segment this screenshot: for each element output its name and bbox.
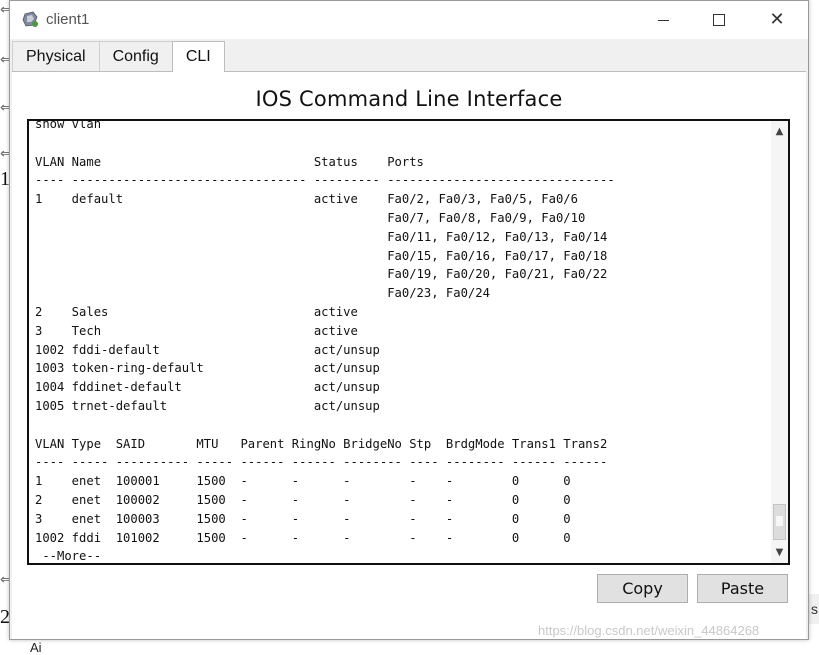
tab-physical[interactable]: Physical	[12, 41, 100, 71]
terminal-line: Fa0/19, Fa0/20, Fa0/21, Fa0/22	[35, 267, 608, 282]
scroll-down-icon[interactable]: ▼	[771, 544, 788, 561]
terminal-line: ---- ----- ---------- ----- ------ -----…	[35, 455, 608, 470]
terminal-line: 1002 fddi 101002 1500 - - - - - 0 0	[35, 530, 571, 545]
tab-bar: Physical Config CLI	[12, 41, 225, 72]
terminal-line: ---- -------------------------------- --…	[35, 173, 615, 188]
terminal-line: show vlan	[35, 119, 102, 131]
terminal-scrollbar[interactable]: ▲ ▼	[771, 121, 788, 563]
terminal-output: show vlan VLAN Name Status Ports ---- ----…	[35, 119, 615, 564]
close-button[interactable]: ✕	[754, 1, 800, 39]
terminal-line: VLAN Name Status Ports	[35, 154, 424, 169]
minimize-button[interactable]	[640, 1, 686, 39]
terminal-line: 2 Sales active	[35, 304, 358, 319]
terminal-line: 1004 fddinet-default act/unsup	[35, 380, 380, 395]
maximize-icon	[713, 14, 725, 26]
minimize-icon	[657, 19, 669, 21]
terminal-line: 1 enet 100001 1500 - - - - - 0 0	[35, 474, 571, 489]
scrollbar-thumb[interactable]	[773, 504, 786, 540]
watermark-text: https://blog.csdn.net/weixin_44864268	[538, 623, 760, 638]
cli-panel: IOS Command Line Interface show vlan VLAN…	[12, 71, 806, 639]
terminal-line: 1002 fddi-default act/unsup	[35, 342, 380, 357]
terminal-line: VLAN Type SAID MTU Parent RingNo BridgeN…	[35, 436, 608, 451]
terminal-more-prompt: --More--	[35, 549, 102, 564]
tab-config[interactable]: Config	[98, 41, 173, 71]
terminal-line: 3 Tech active	[35, 323, 358, 338]
terminal-line: Fa0/15, Fa0/16, Fa0/17, Fa0/18	[35, 248, 608, 263]
background-fragment: s	[808, 594, 819, 624]
scroll-up-icon[interactable]: ▲	[771, 123, 788, 140]
paste-button[interactable]: Paste	[697, 574, 788, 603]
terminal-line: Fa0/23, Fa0/24	[35, 286, 490, 301]
tab-cli[interactable]: CLI	[171, 41, 225, 72]
terminal-line: 1005 trnet-default act/unsup	[35, 398, 380, 413]
terminal-line: 1003 token-ring-default act/unsup	[35, 361, 380, 376]
terminal-line: Fa0/11, Fa0/12, Fa0/13, Fa0/14	[35, 229, 608, 244]
terminal-line: 2 enet 100002 1500 - - - - - 0 0	[35, 492, 571, 507]
terminal-line: 1 default active Fa0/2, Fa0/3, Fa0/5, Fa…	[35, 192, 578, 207]
window-title: client1	[46, 11, 90, 28]
close-icon: ✕	[769, 9, 785, 30]
terminal-line: 3 enet 100003 1500 - - - - - 0 0	[35, 511, 571, 526]
copy-button[interactable]: Copy	[597, 574, 688, 603]
title-bar[interactable]: client1 ✕	[10, 1, 808, 39]
background-fragment: Ai	[30, 640, 42, 655]
panel-title: IOS Command Line Interface	[255, 87, 563, 111]
maximize-button[interactable]	[696, 1, 742, 39]
terminal-line: Fa0/7, Fa0/8, Fa0/9, Fa0/10	[35, 210, 586, 225]
pc-app-icon	[22, 11, 38, 27]
client-window: client1 ✕ Physical Config CLI IOS Comman…	[9, 0, 809, 640]
cli-terminal[interactable]: show vlan VLAN Name Status Ports ---- ----…	[27, 119, 790, 565]
